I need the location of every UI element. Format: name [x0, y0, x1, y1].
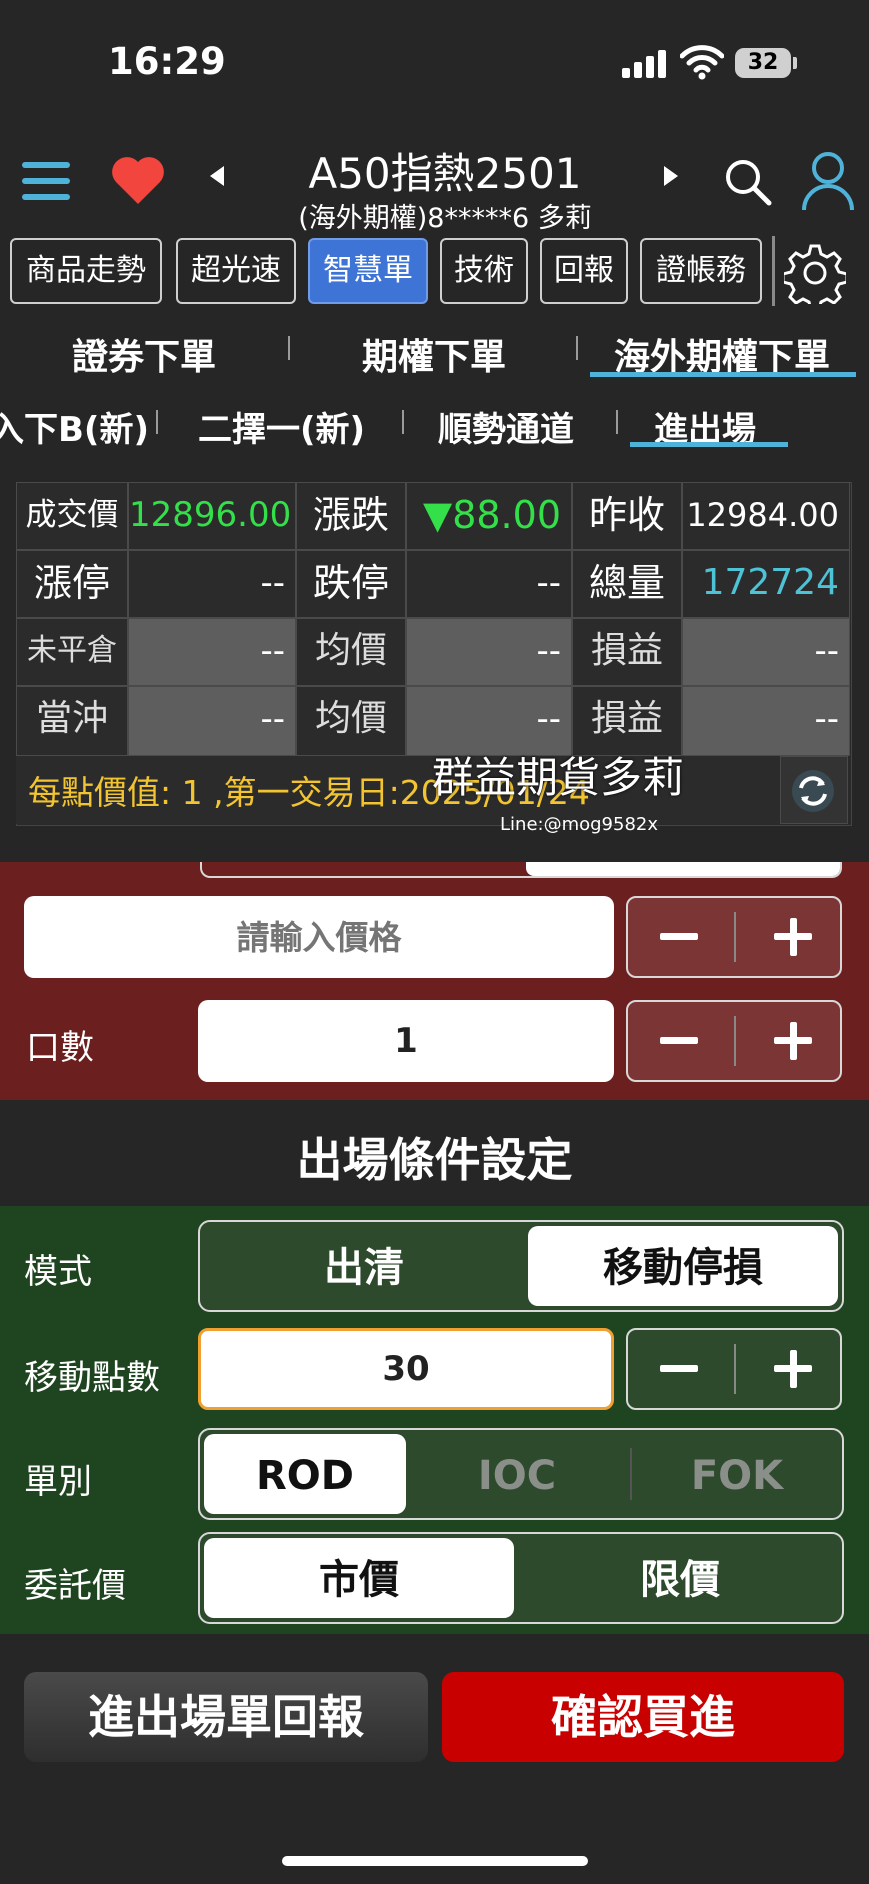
label-limit-up: 漲停	[16, 550, 128, 618]
value-limit-down: --	[406, 550, 572, 618]
label-change: 漲跌	[296, 482, 406, 550]
battery-tip	[793, 57, 797, 69]
heart-icon[interactable]	[110, 154, 166, 206]
tab-separator	[156, 410, 158, 434]
label-prev-close: 昨收	[572, 482, 682, 550]
minus-icon[interactable]	[660, 1037, 698, 1044]
account-subtitle: (海外期權)8*****6 多莉	[298, 203, 592, 234]
tab-separator	[402, 410, 404, 434]
label-avg-price: 均價	[296, 618, 406, 686]
order-type-rod[interactable]: ROD	[204, 1434, 406, 1514]
value-pnl: --	[682, 618, 850, 686]
tab-entry-b[interactable]: 入下B(新)	[0, 402, 149, 451]
trailing-points-label: 移動點數	[24, 1358, 160, 1398]
value-change: ▼88.00	[406, 482, 572, 550]
tab-separator	[576, 336, 578, 360]
hamburger-menu-icon[interactable]	[22, 160, 72, 202]
value-total-volume: 172724	[682, 550, 850, 618]
segment-divider	[630, 1448, 632, 1500]
mode-option-close-all[interactable]: 出清	[206, 1226, 522, 1306]
tab-futures-options-order[interactable]: 期權下單	[362, 328, 506, 380]
order-type-fok[interactable]: FOK	[634, 1434, 840, 1514]
status-time: 16:29	[108, 40, 226, 83]
tab-trend-channel[interactable]: 順勢通道	[438, 402, 574, 451]
plus-icon-vertical	[790, 1350, 797, 1388]
product-title: A50指熱2501	[308, 149, 582, 198]
tab-separator	[288, 336, 290, 360]
exit-conditions-title: 出場條件設定	[296, 1133, 573, 1187]
wifi-icon	[680, 45, 724, 80]
nav-button-chart[interactable]: 商品走勢	[10, 238, 162, 304]
nav-divider	[772, 236, 775, 306]
nav-button-lightspeed[interactable]: 超光速	[176, 238, 296, 304]
watermark-line-id: Line:@mog9582x	[500, 814, 659, 835]
tab-active-underline	[630, 442, 788, 447]
entry-exit-report-button[interactable]: 進出場單回報	[24, 1672, 428, 1762]
price-type-market[interactable]: 市價	[204, 1538, 514, 1618]
confirm-buy-button[interactable]: 確認買進	[442, 1672, 844, 1762]
trailing-points-input[interactable]: 30	[198, 1328, 614, 1410]
label-day-trade-avg-price: 均價	[296, 686, 406, 756]
value-day-trade-pnl: --	[682, 686, 850, 756]
signal-icon	[622, 48, 666, 78]
label-total-volume: 總量	[572, 550, 682, 618]
entry-price-stepper[interactable]	[626, 896, 842, 978]
order-type-label: 單別	[24, 1462, 92, 1502]
search-icon[interactable]	[722, 156, 774, 208]
plus-icon-vertical	[790, 1022, 797, 1060]
trailing-points-stepper[interactable]	[626, 1328, 842, 1410]
nav-button-account[interactable]: 證帳務	[640, 238, 762, 304]
gear-icon[interactable]	[784, 242, 846, 304]
value-last-price: 12896.00	[128, 482, 296, 550]
label-pnl: 損益	[572, 618, 682, 686]
home-indicator[interactable]	[282, 1856, 588, 1866]
mode-label: 模式	[24, 1252, 92, 1292]
nav-button-report[interactable]: 回報	[540, 238, 628, 304]
plus-icon-vertical	[790, 918, 797, 956]
stepper-divider	[734, 1016, 736, 1066]
entry-segment-partial-selected	[526, 862, 840, 876]
value-avg-price: --	[406, 618, 572, 686]
tab-securities-order[interactable]: 證券下單	[72, 328, 216, 380]
order-type-segmented-control[interactable]: ROD IOC FOK	[198, 1428, 844, 1520]
nav-button-technical[interactable]: 技術	[440, 238, 528, 304]
price-type-limit[interactable]: 限價	[522, 1538, 838, 1618]
nav-button-smart-order[interactable]: 智慧單	[308, 238, 428, 304]
value-day-trade: --	[128, 686, 296, 756]
label-limit-down: 跌停	[296, 550, 406, 618]
order-type-ioc[interactable]: IOC	[414, 1434, 620, 1514]
stepper-divider	[734, 1344, 736, 1394]
minus-icon[interactable]	[660, 1365, 698, 1372]
battery-icon: 32	[735, 48, 791, 78]
price-type-segmented-control[interactable]: 市價 限價	[198, 1532, 844, 1624]
quantity-stepper[interactable]	[626, 1000, 842, 1082]
value-limit-up: --	[128, 550, 296, 618]
stepper-divider	[734, 912, 736, 962]
label-day-trade: 當沖	[16, 686, 128, 756]
tab-separator	[616, 410, 618, 434]
value-prev-close: 12984.00	[682, 482, 850, 550]
label-open-position: 未平倉	[16, 618, 128, 686]
price-type-label: 委託價	[24, 1566, 126, 1606]
tab-two-choice[interactable]: 二擇一(新)	[198, 402, 365, 451]
minus-icon[interactable]	[660, 933, 698, 940]
quantity-input[interactable]: 1	[198, 1000, 614, 1082]
quantity-label: 口數	[26, 1028, 94, 1068]
previous-product-arrow-icon[interactable]	[210, 166, 224, 186]
tab-active-underline	[590, 372, 856, 377]
mode-segmented-control[interactable]: 出清 移動停損	[198, 1220, 844, 1312]
refresh-icon[interactable]	[790, 768, 836, 814]
entry-price-input[interactable]	[24, 896, 614, 978]
watermark-text: 群益期貨多莉	[432, 753, 685, 802]
mode-option-trailing-stop[interactable]: 移動停損	[528, 1226, 838, 1306]
next-product-arrow-icon[interactable]	[664, 166, 678, 186]
value-open-position: --	[128, 618, 296, 686]
label-last-price: 成交價	[16, 482, 128, 550]
user-icon[interactable]	[800, 150, 856, 212]
